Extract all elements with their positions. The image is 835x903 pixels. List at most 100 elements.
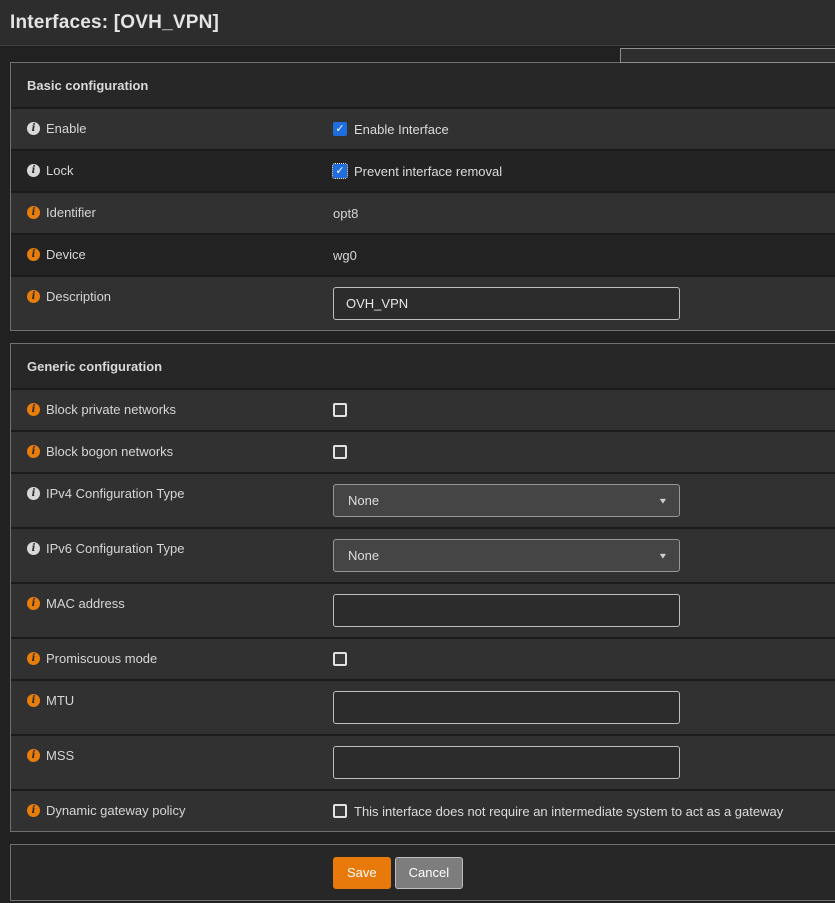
row-control-cell bbox=[333, 277, 835, 330]
info-icon[interactable]: i bbox=[27, 749, 40, 762]
row-label-cell: i Enable bbox=[11, 109, 333, 149]
row-control-cell bbox=[333, 736, 835, 789]
info-icon[interactable]: i bbox=[27, 248, 40, 261]
info-icon[interactable]: i bbox=[27, 487, 40, 500]
form-row-promiscuous-mode: i Promiscuous mode bbox=[11, 637, 835, 679]
row-control-cell: None ▼ bbox=[333, 474, 835, 527]
row-label: Enable bbox=[46, 122, 86, 136]
row-control-cell: opt8 bbox=[333, 193, 835, 233]
row-label: Identifier bbox=[46, 206, 96, 220]
info-icon[interactable]: i bbox=[27, 122, 40, 135]
row-label: IPv4 Configuration Type bbox=[46, 487, 185, 501]
mss-input[interactable] bbox=[333, 746, 680, 779]
info-icon[interactable]: i bbox=[27, 206, 40, 219]
device-value: wg0 bbox=[333, 248, 357, 263]
mtu-input[interactable] bbox=[333, 691, 680, 724]
row-control-cell bbox=[333, 639, 835, 679]
row-label-cell: i Lock bbox=[11, 151, 333, 191]
dynamic-gateway-policy-checkbox[interactable] bbox=[333, 804, 347, 818]
row-label: Block bogon networks bbox=[46, 445, 173, 459]
info-icon[interactable]: i bbox=[27, 164, 40, 177]
info-icon[interactable]: i bbox=[27, 694, 40, 707]
info-icon[interactable]: i bbox=[27, 445, 40, 458]
block-private-networks-checkbox[interactable] bbox=[333, 403, 347, 417]
row-label: Promiscuous mode bbox=[46, 652, 157, 666]
select-value: None bbox=[348, 493, 379, 508]
row-control-cell: None ▼ bbox=[333, 529, 835, 582]
row-label-cell: i IPv6 Configuration Type bbox=[11, 529, 333, 582]
row-label-cell: i Identifier bbox=[11, 193, 333, 233]
row-control-cell: ✓ Prevent interface removal bbox=[333, 151, 835, 191]
row-label-cell: i IPv4 Configuration Type bbox=[11, 474, 333, 527]
form-row-ipv4-configuration-type: i IPv4 Configuration Type None ▼ bbox=[11, 472, 835, 527]
row-label-cell: i Description bbox=[11, 277, 333, 330]
info-icon[interactable]: i bbox=[27, 290, 40, 303]
enable-checkbox[interactable]: ✓ bbox=[333, 122, 347, 136]
row-label: Lock bbox=[46, 164, 73, 178]
row-control-cell bbox=[333, 584, 835, 637]
row-label-cell: iBlock private networks bbox=[11, 390, 333, 430]
info-icon[interactable]: i bbox=[27, 542, 40, 555]
form-row-block-bogon-networks: i Block bogon networks bbox=[11, 430, 835, 472]
page-title: Interfaces: [OVH_VPN] bbox=[10, 12, 219, 34]
row-label-cell: i MAC address bbox=[11, 584, 333, 637]
row-label: IPv6 Configuration Type bbox=[46, 542, 185, 556]
panel-header: Basic configuration bbox=[11, 63, 835, 107]
row-label-cell: i MSS bbox=[11, 736, 333, 789]
row-control-cell bbox=[333, 432, 835, 472]
description-input[interactable] bbox=[333, 287, 680, 320]
row-control-cell bbox=[333, 681, 835, 734]
promiscuous-mode-checkbox[interactable] bbox=[333, 652, 347, 666]
identifier-value: opt8 bbox=[333, 206, 358, 221]
footer-actions: Save Cancel bbox=[10, 844, 835, 901]
row-control-cell: This interface does not require an inter… bbox=[333, 791, 835, 831]
row-label: MAC address bbox=[46, 597, 125, 611]
row-label: Dynamic gateway policy bbox=[46, 804, 185, 818]
row-control-cell: ✓ Enable Interface bbox=[333, 109, 835, 149]
row-label: MSS bbox=[46, 749, 74, 763]
row-control-cell: wg0 bbox=[333, 235, 835, 275]
info-icon[interactable]: i bbox=[27, 403, 40, 416]
checkbox-label: Enable Interface bbox=[354, 122, 449, 137]
ipv6-configuration-type-select[interactable]: None ▼ bbox=[333, 539, 680, 572]
form-row-lock: i Lock ✓ Prevent interface removal bbox=[11, 149, 835, 191]
lock-checkbox[interactable]: ✓ bbox=[333, 164, 347, 178]
page-header: Interfaces: [OVH_VPN] bbox=[0, 0, 835, 46]
info-icon[interactable]: i bbox=[27, 652, 40, 665]
checkbox-label: This interface does not require an inter… bbox=[354, 804, 783, 819]
form-row-mtu: i MTU bbox=[11, 679, 835, 734]
row-label-cell: i Device bbox=[11, 235, 333, 275]
form-row-enable: i Enable ✓ Enable Interface bbox=[11, 107, 835, 149]
select-value: None bbox=[348, 548, 379, 563]
info-icon[interactable]: i bbox=[27, 804, 40, 817]
row-label-cell: i MTU bbox=[11, 681, 333, 734]
save-button[interactable]: Save bbox=[333, 857, 391, 889]
block-bogon-networks-checkbox[interactable] bbox=[333, 445, 347, 459]
chevron-down-icon: ▼ bbox=[658, 551, 668, 560]
form-panels: Basic configuration i Enable ✓ Enable Interf… bbox=[0, 62, 835, 832]
top-right-partial-element bbox=[620, 48, 835, 63]
panel-title: Generic configuration bbox=[27, 359, 162, 374]
check-icon: ✓ bbox=[335, 124, 344, 135]
checkbox-label: Prevent interface removal bbox=[354, 164, 502, 179]
panel-generic-configuration: Generic configuration iBlock private netw… bbox=[10, 343, 835, 832]
form-row-ipv6-configuration-type: i IPv6 Configuration Type None ▼ bbox=[11, 527, 835, 582]
row-label: Device bbox=[46, 248, 86, 262]
row-label: Description bbox=[46, 290, 111, 304]
form-row-device: i Device wg0 bbox=[11, 233, 835, 275]
cancel-button[interactable]: Cancel bbox=[395, 857, 463, 889]
info-icon[interactable]: i bbox=[27, 597, 40, 610]
ipv4-configuration-type-select[interactable]: None ▼ bbox=[333, 484, 680, 517]
row-label: MTU bbox=[46, 694, 74, 708]
form-row-block-private-networks: iBlock private networks bbox=[11, 388, 835, 430]
row-control-cell bbox=[333, 390, 835, 430]
form-row-mss: i MSS bbox=[11, 734, 835, 789]
chevron-down-icon: ▼ bbox=[658, 496, 668, 505]
mac-address-input[interactable] bbox=[333, 594, 680, 627]
row-label-cell: i Block bogon networks bbox=[11, 432, 333, 472]
check-icon: ✓ bbox=[335, 166, 344, 177]
form-row-identifier: i Identifier opt8 bbox=[11, 191, 835, 233]
form-row-description: i Description bbox=[11, 275, 835, 330]
panel-basic-configuration: Basic configuration i Enable ✓ Enable Interf… bbox=[10, 62, 835, 331]
row-label-cell: i Promiscuous mode bbox=[11, 639, 333, 679]
